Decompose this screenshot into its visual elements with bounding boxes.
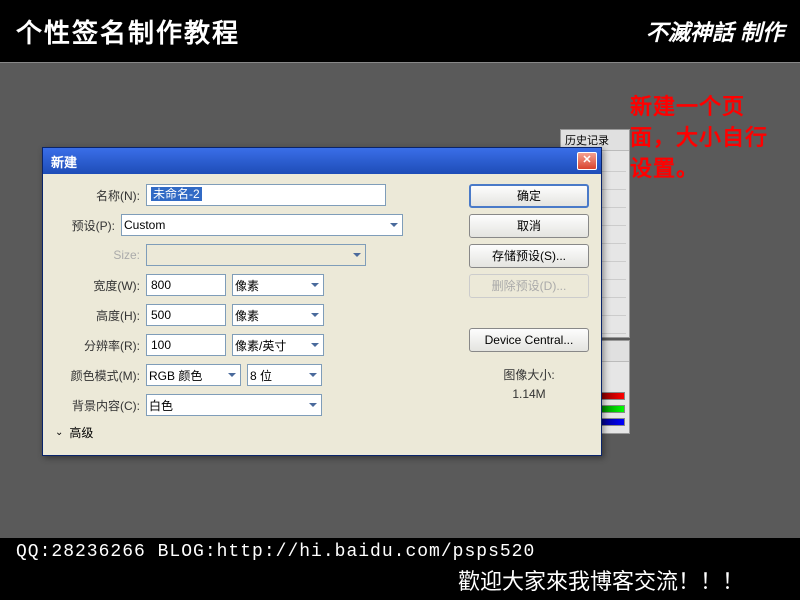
delete-preset-button: 删除预设(D)... — [469, 274, 589, 298]
color-mode-label: 颜色模式(M): — [55, 367, 140, 384]
name-input[interactable]: 未命名-2 — [146, 184, 386, 206]
tutorial-footer: QQ:28236266 BLOG:http://hi.baidu.com/psp… — [0, 538, 800, 600]
size-label: Size: — [55, 248, 140, 262]
height-label: 高度(H): — [55, 307, 140, 324]
bit-depth-select[interactable]: 8 位 — [247, 364, 322, 386]
resolution-label: 分辨率(R): — [55, 337, 140, 354]
welcome-text: 歡迎大家來我博客交流！！！ — [16, 564, 784, 596]
resolution-unit-select[interactable]: 像素/英寸 — [232, 334, 324, 356]
tutorial-annotation: 新建一个页面，大小自行设置。 — [630, 92, 790, 184]
width-label: 宽度(W): — [55, 277, 140, 294]
chevron-down-icon: ⌄ — [55, 427, 63, 438]
size-select — [146, 244, 366, 266]
ok-button[interactable]: 确定 — [469, 184, 589, 208]
width-input[interactable] — [146, 274, 226, 296]
cancel-button[interactable]: 取消 — [469, 214, 589, 238]
tutorial-title: 个性签名制作教程 — [16, 13, 240, 50]
height-input[interactable] — [146, 304, 226, 326]
background-label: 背景内容(C): — [55, 397, 140, 414]
author-logo: 不滅神話 制作 — [646, 15, 784, 47]
dialog-titlebar[interactable]: 新建 ✕ — [43, 148, 601, 174]
width-unit-select[interactable]: 像素 — [232, 274, 324, 296]
close-icon[interactable]: ✕ — [577, 152, 597, 170]
device-central-button[interactable]: Device Central... — [469, 328, 589, 352]
name-label: 名称(N): — [55, 187, 140, 204]
contact-info: QQ:28236266 BLOG:http://hi.baidu.com/psp… — [16, 542, 784, 562]
preset-label: 预设(P): — [55, 217, 115, 234]
background-select[interactable]: 白色 — [146, 394, 322, 416]
advanced-toggle[interactable]: ⌄ 高级 — [55, 424, 457, 441]
color-mode-select[interactable]: RGB 颜色 — [146, 364, 241, 386]
dialog-title: 新建 — [51, 152, 77, 171]
save-preset-button[interactable]: 存储预设(S)... — [469, 244, 589, 268]
image-size-label: 图像大小: — [469, 366, 589, 385]
resolution-input[interactable] — [146, 334, 226, 356]
tutorial-header: 个性签名制作教程 不滅神話 制作 — [0, 0, 800, 62]
new-document-dialog: 新建 ✕ 名称(N): 未命名-2 预设(P): Custom Size: 宽度… — [42, 147, 602, 456]
image-size-value: 1.14M — [469, 385, 589, 404]
preset-select[interactable]: Custom — [121, 214, 403, 236]
height-unit-select[interactable]: 像素 — [232, 304, 324, 326]
